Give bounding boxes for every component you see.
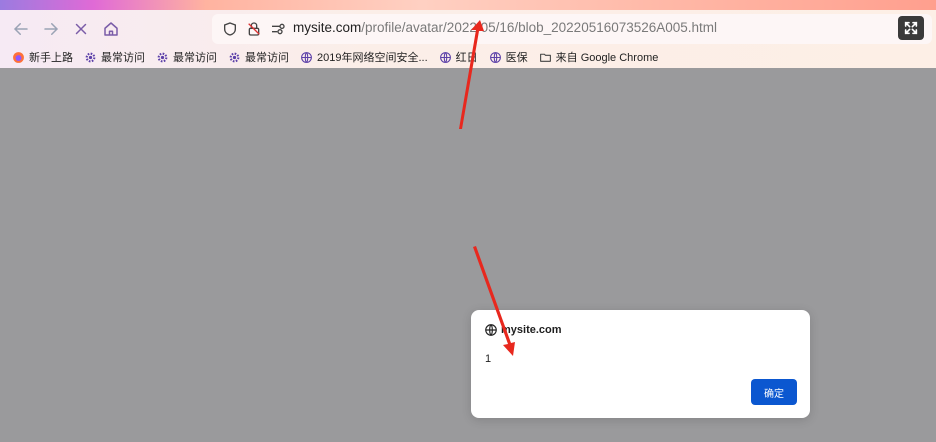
ok-button[interactable]: 确定 [751, 379, 797, 405]
bookmark-folder[interactable]: 来自 Google Chrome [539, 49, 659, 65]
bookmark-item[interactable]: 最常访问 [84, 49, 145, 65]
bookmark-label: 2019年网络空间安全... [317, 52, 428, 64]
bookmark-item[interactable]: 医保 [489, 49, 528, 65]
permissions-icon[interactable] [270, 21, 286, 37]
gear-icon [229, 52, 240, 62]
bookmark-label: 最常访问 [245, 52, 289, 64]
lock-slash-icon[interactable] [246, 21, 262, 37]
bookmark-item[interactable]: 最常访问 [228, 49, 289, 65]
bookmark-label: 红日 [455, 52, 478, 64]
folder-icon [539, 53, 551, 62]
firefox-icon [13, 51, 24, 63]
bookmark-label: 来自 Google Chrome [555, 52, 659, 64]
stop-button[interactable] [70, 18, 92, 40]
shield-icon[interactable] [222, 21, 238, 37]
bookmark-item[interactable]: 2019年网络空间安全... [300, 49, 428, 65]
bookmark-label: 最常访问 [101, 52, 145, 64]
forward-button[interactable] [40, 18, 62, 40]
home-icon [104, 22, 118, 36]
dialog-title: mysite.com [501, 324, 562, 336]
bookmark-label: 最常访问 [173, 52, 217, 64]
dialog-message: 1 [485, 353, 492, 365]
fullscreen-button[interactable] [898, 16, 924, 40]
globe-icon [301, 51, 312, 63]
back-button[interactable] [10, 18, 32, 40]
tab-strip [0, 0, 936, 10]
arrow-right-icon [44, 23, 59, 35]
url-text[interactable]: mysite.com/profile/avatar/2022/05/16/blo… [293, 20, 717, 35]
globe-icon [439, 51, 451, 63]
bookmark-item[interactable]: 红日 [439, 49, 478, 65]
bookmark-label: 医保 [505, 52, 528, 64]
gear-icon [85, 52, 96, 62]
url-host: mysite.com [293, 20, 362, 35]
home-button[interactable] [100, 18, 122, 40]
bookmark-label: 新手上路 [29, 52, 73, 64]
globe-icon [485, 324, 497, 336]
arrow-left-icon [13, 23, 28, 35]
globe-icon [489, 51, 501, 63]
url-path: /profile/avatar/2022/05/16/blob_20220516… [361, 20, 718, 35]
close-icon [75, 23, 87, 35]
bookmarks-bar: 新手上路 最常访问 最常访问 最常访问 2019年网络空间安全... 红日 医保… [0, 46, 936, 68]
bookmark-item[interactable]: 最常访问 [156, 49, 217, 65]
expand-icon [904, 21, 918, 35]
alert-dialog: mysite.com 1 确定 [471, 310, 810, 418]
bookmark-item[interactable]: 新手上路 [12, 49, 73, 65]
gear-icon [157, 52, 168, 62]
